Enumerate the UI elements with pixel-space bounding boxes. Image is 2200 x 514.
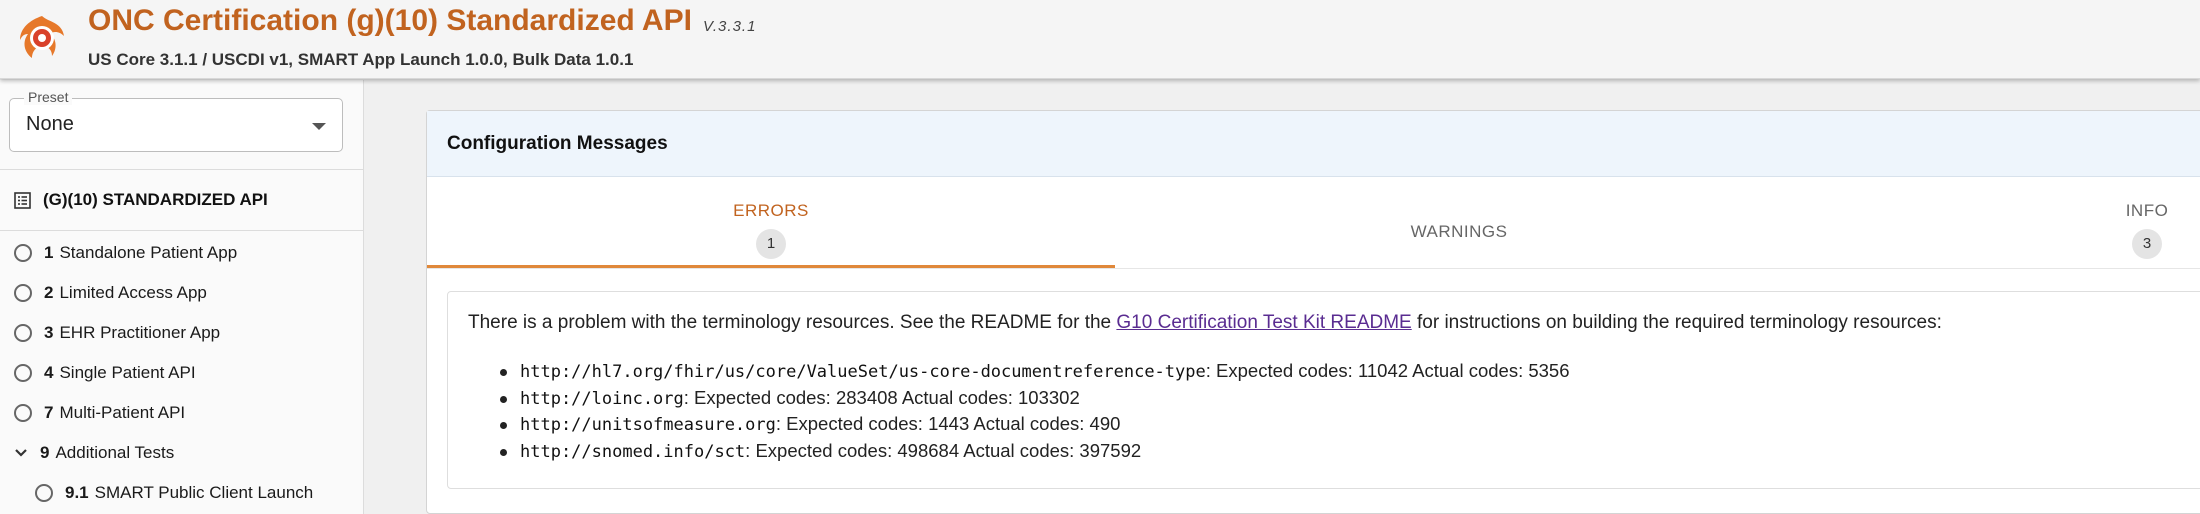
sidebar-item-number: 9 — [40, 443, 50, 462]
sidebar-item-number: 4 — [44, 363, 54, 382]
sidebar-item-number: 1 — [44, 243, 54, 262]
app-header: ONC Certification (g)(10) Standardized A… — [0, 0, 2200, 79]
message-text-after-link: for instructions on building the require… — [1411, 312, 1942, 333]
sidebar-item-label: SMART Public Client Launch — [94, 483, 314, 502]
radio-icon — [14, 244, 32, 262]
radio-icon — [14, 324, 32, 342]
error-message-box: There is a problem with the terminology … — [447, 291, 2200, 489]
radio-icon — [35, 484, 53, 502]
sidebar-item-multi-patient-api[interactable]: 7 Multi-Patient API — [14, 400, 185, 426]
chevron-down-icon[interactable] — [12, 444, 30, 462]
preset-value: None — [26, 113, 74, 135]
tabs-divider — [427, 268, 2200, 269]
sidebar-item-label: Additional Tests — [55, 443, 175, 462]
list-item-detail: : Expected codes: 283408 Actual codes: 1… — [683, 386, 1080, 408]
errors-count-badge: 1 — [756, 229, 786, 259]
sidebar-item-ehr-practitioner-app[interactable]: 3 EHR Practitioner App — [14, 320, 220, 346]
list-item: http://snomed.info/sct: Expected codes: … — [500, 439, 1570, 467]
sidebar-item-limited-access-app[interactable]: 2 Limited Access App — [14, 280, 207, 306]
configuration-messages-panel: Configuration Messages ERRORS 1 WARNINGS… — [426, 110, 2200, 514]
sidebar-item-label: EHR Practitioner App — [59, 323, 221, 342]
radio-icon — [14, 404, 32, 422]
list-item: http://hl7.org/fhir/us/core/ValueSet/us-… — [500, 360, 1570, 387]
info-count-badge: 3 — [2132, 229, 2162, 259]
sidebar-item-standalone-patient-app[interactable]: 1 Standalone Patient App — [14, 240, 237, 266]
sidebar-item-number: 2 — [44, 283, 54, 302]
app-version: V.3.3.1 — [703, 18, 757, 35]
tab-warnings[interactable]: WARNINGS — [1115, 177, 1803, 267]
sidebar-item-label: Limited Access App — [59, 283, 207, 302]
radio-icon — [14, 284, 32, 302]
tab-info-label: INFO — [2125, 201, 2169, 220]
list-item: http://loinc.org: Expected codes: 283408… — [500, 386, 1570, 414]
list-item-detail: : Expected codes: 11042 Actual codes: 53… — [1205, 360, 1570, 381]
list-item-url: http://unitsofmeasure.org — [520, 415, 776, 435]
tab-warnings-label: WARNINGS — [1410, 222, 1508, 241]
panel-title: Configuration Messages — [447, 133, 668, 154]
divider — [0, 230, 364, 231]
sidebar-item-smart-public-client-launch[interactable]: 9.1 SMART Public Client Launch — [35, 480, 313, 506]
list-item-url: http://loinc.org — [520, 388, 684, 409]
tab-errors[interactable]: ERRORS 1 — [427, 177, 1115, 267]
preset-select[interactable]: Preset None — [9, 89, 343, 152]
sidebar-item-label: Single Patient API — [59, 363, 196, 382]
sidebar-item-number: 7 — [44, 403, 54, 422]
app-title: ONC Certification (g)(10) Standardized A… — [88, 4, 692, 37]
app-subtitle: US Core 3.1.1 / USCDI v1, SMART App Laun… — [88, 50, 634, 69]
sidebar-item-number: 9.1 — [65, 483, 89, 502]
sidebar-item-single-patient-api[interactable]: 4 Single Patient API — [14, 360, 196, 386]
sidebar: Preset None (G)(10) STANDARDIZED API 1 S… — [0, 80, 364, 514]
sidebar-item-label: Standalone Patient App — [59, 243, 238, 262]
list-item-url: http://snomed.info/sct — [520, 441, 746, 462]
list-item-detail: : Expected codes: 1443 Actual codes: 490 — [775, 413, 1121, 434]
list-item-detail: : Expected codes: 498684 Actual codes: 3… — [745, 439, 1142, 461]
suite-title-label: (G)(10) STANDARDIZED API — [43, 190, 268, 209]
panel-header: Configuration Messages — [427, 111, 2200, 177]
suite-title[interactable]: (G)(10) STANDARDIZED API — [14, 188, 268, 212]
list-item: http://unitsofmeasure.org: Expected code… — [500, 413, 1570, 440]
sidebar-item-number: 3 — [44, 323, 54, 342]
list-icon — [14, 191, 31, 209]
terminology-list: http://hl7.org/fhir/us/core/ValueSet/us-… — [500, 360, 1570, 467]
sidebar-item-additional-tests[interactable]: 9 Additional Tests — [12, 440, 174, 466]
tab-errors-label: ERRORS — [733, 201, 809, 220]
readme-link[interactable]: G10 Certification Test Kit README — [1116, 312, 1411, 333]
preset-label: Preset — [24, 89, 73, 105]
tab-info[interactable]: INFO 3 — [1803, 177, 2200, 267]
sidebar-item-label: Multi-Patient API — [59, 403, 186, 422]
divider — [0, 169, 364, 170]
radio-icon — [14, 364, 32, 382]
message-text-before-link: There is a problem with the terminology … — [468, 312, 1117, 333]
caret-down-icon — [312, 123, 326, 130]
inferno-flame-logo-icon[interactable] — [16, 12, 68, 64]
error-message-text: There is a problem with the terminology … — [468, 312, 1942, 334]
list-item-url: http://hl7.org/fhir/us/core/ValueSet/us-… — [520, 362, 1206, 382]
